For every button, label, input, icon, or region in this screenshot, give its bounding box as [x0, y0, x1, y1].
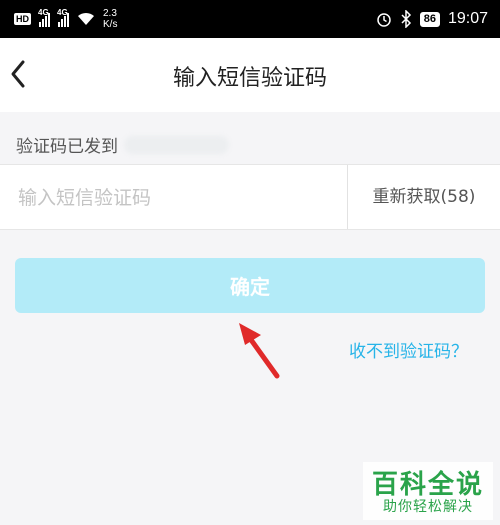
bluetooth-icon	[401, 10, 411, 28]
signal-icon: 4G	[38, 8, 50, 27]
watermark-subtitle: 助你轻松解决	[383, 499, 473, 515]
page-title: 输入短信验证码	[172, 66, 327, 91]
resend-code-button[interactable]: 重新获取(58)	[348, 165, 500, 229]
network-speed: 2.3 K/s	[103, 8, 118, 30]
verification-code-row: 重新获取(58)	[0, 164, 500, 231]
battery-indicator: 86	[419, 11, 440, 27]
watermark-logo: 百科全说 助你轻松解决	[363, 462, 493, 520]
no-code-link[interactable]: 收不到验证码？	[349, 337, 468, 362]
wifi-icon	[78, 12, 94, 25]
signal-icon: 4G	[57, 8, 69, 27]
nav-bar: 输入短信验证码	[0, 38, 500, 112]
clock: 19:07	[447, 10, 488, 27]
redacted-phone-number	[124, 135, 229, 154]
status-bar: HD 4G 4G 2.3 K/s 86 19:07	[0, 0, 500, 38]
annotation-arrow-icon	[239, 323, 280, 379]
hd-badge: HD	[14, 13, 31, 25]
confirm-button[interactable]: 确定	[15, 258, 485, 313]
sent-label: 验证码已发到	[16, 137, 118, 157]
alarm-icon	[376, 13, 391, 27]
verification-code-input[interactable]	[16, 165, 340, 231]
sent-notice: 验证码已发到	[16, 132, 229, 157]
